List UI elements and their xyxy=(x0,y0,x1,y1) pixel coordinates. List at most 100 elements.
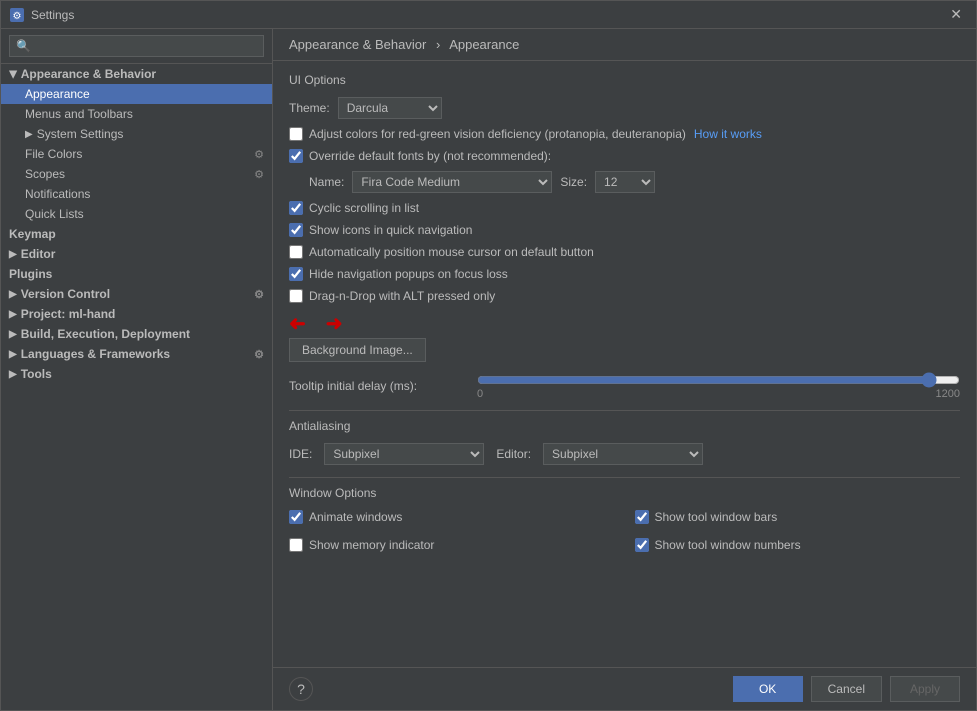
sidebar-item-label: Tools xyxy=(21,367,52,381)
override-fonts-text: Override default fonts by (not recommend… xyxy=(309,149,551,163)
show-tool-window-numbers-text: Show tool window numbers xyxy=(655,538,801,552)
theme-select[interactable]: Darcula IntelliJ High Contrast xyxy=(338,97,442,119)
show-icons-label[interactable]: Show icons in quick navigation xyxy=(289,223,472,237)
hide-navigation-label[interactable]: Hide navigation popups on focus loss xyxy=(289,267,508,281)
sidebar-item-system-settings[interactable]: ▶ System Settings xyxy=(1,124,272,144)
animate-windows-row: Animate windows xyxy=(289,510,615,524)
show-tool-window-bars-row: Show tool window bars xyxy=(635,510,961,524)
chevron-icon: ▶ xyxy=(9,369,17,380)
sidebar-item-tools[interactable]: ▶ Tools xyxy=(1,364,272,384)
show-icons-text: Show icons in quick navigation xyxy=(309,223,472,237)
show-tool-window-bars-checkbox[interactable] xyxy=(635,510,649,524)
ide-label: IDE: xyxy=(289,447,312,461)
sidebar-item-label: Plugins xyxy=(9,267,52,281)
left-arrow-icon: ➜ xyxy=(289,311,306,336)
tooltip-slider[interactable] xyxy=(477,372,960,388)
auto-position-checkbox[interactable] xyxy=(289,245,303,259)
title-text: Settings xyxy=(31,8,74,22)
show-tool-window-numbers-label[interactable]: Show tool window numbers xyxy=(635,538,801,552)
override-fonts-row: Override default fonts by (not recommend… xyxy=(289,149,960,163)
drag-drop-label[interactable]: Drag-n-Drop with ALT pressed only xyxy=(289,289,495,303)
sidebar-item-label: Editor xyxy=(21,247,56,261)
sidebar-item-languages-frameworks[interactable]: ▶ Languages & Frameworks ⚙ xyxy=(1,344,272,364)
sidebar-item-label: Build, Execution, Deployment xyxy=(21,327,190,341)
sidebar-item-project-ml-hand[interactable]: ▶ Project: ml-hand xyxy=(1,304,272,324)
sidebar-item-appearance-behavior[interactable]: ▶ Appearance & Behavior xyxy=(1,64,272,84)
section-window-options: Window Options xyxy=(289,486,960,500)
section-antialiasing: Antialiasing xyxy=(289,419,960,433)
show-icons-row: Show icons in quick navigation xyxy=(289,223,960,237)
theme-label: Theme: xyxy=(289,101,330,115)
sidebar-item-label: Version Control xyxy=(21,287,110,301)
animate-windows-label[interactable]: Animate windows xyxy=(289,510,402,524)
sidebar-item-appearance[interactable]: Appearance xyxy=(1,84,272,104)
chevron-icon: ▶ xyxy=(9,249,17,260)
background-image-area: ➜ ➜ Background Image... xyxy=(289,311,960,362)
sidebar-item-plugins[interactable]: Plugins xyxy=(1,264,272,284)
show-memory-checkbox[interactable] xyxy=(289,538,303,552)
sidebar-item-label: Project: ml-hand xyxy=(21,307,116,321)
cancel-button[interactable]: Cancel xyxy=(811,676,882,702)
show-icons-checkbox[interactable] xyxy=(289,223,303,237)
sidebar-item-quick-lists[interactable]: Quick Lists xyxy=(1,204,272,224)
editor-antialiasing-select[interactable]: Subpixel Greyscale None xyxy=(543,443,703,465)
adjust-colors-label[interactable]: Adjust colors for red-green vision defic… xyxy=(289,127,686,141)
background-image-button[interactable]: Background Image... xyxy=(289,338,426,362)
auto-position-label[interactable]: Automatically position mouse cursor on d… xyxy=(289,245,594,259)
sidebar-item-label: File Colors xyxy=(25,147,82,161)
settings-icon: ⚙ xyxy=(9,7,25,23)
editor-label: Editor: xyxy=(496,447,531,461)
hide-navigation-checkbox[interactable] xyxy=(289,267,303,281)
size-select[interactable]: 12 10 11 13 14 xyxy=(595,171,655,193)
show-tool-window-bars-label[interactable]: Show tool window bars xyxy=(635,510,778,524)
action-buttons: OK Cancel Apply xyxy=(733,676,960,702)
sidebar-item-file-colors[interactable]: File Colors ⚙ xyxy=(1,144,272,164)
auto-position-text: Automatically position mouse cursor on d… xyxy=(309,245,594,259)
search-input[interactable] xyxy=(9,35,264,57)
ok-button[interactable]: OK xyxy=(733,676,803,702)
animate-windows-checkbox[interactable] xyxy=(289,510,303,524)
sidebar-item-scopes[interactable]: Scopes ⚙ xyxy=(1,164,272,184)
adjust-colors-checkbox[interactable] xyxy=(289,127,303,141)
ide-antialiasing-select[interactable]: Subpixel Greyscale None xyxy=(324,443,484,465)
show-memory-row: Show memory indicator xyxy=(289,538,615,552)
breadcrumb-separator: › xyxy=(436,37,440,52)
hide-navigation-text: Hide navigation popups on focus loss xyxy=(309,267,508,281)
how-it-works-link[interactable]: How it works xyxy=(694,127,762,141)
cyclic-scrolling-label[interactable]: Cyclic scrolling in list xyxy=(289,201,419,215)
bottom-bar: ? OK Cancel Apply xyxy=(273,667,976,710)
show-tool-window-numbers-checkbox[interactable] xyxy=(635,538,649,552)
apply-button[interactable]: Apply xyxy=(890,676,960,702)
sidebar-item-label: Languages & Frameworks xyxy=(21,347,170,361)
chevron-icon: ▶ xyxy=(9,289,17,300)
font-select[interactable]: Fira Code Medium Arial Consolas xyxy=(352,171,552,193)
animate-windows-text: Animate windows xyxy=(309,510,402,524)
help-button[interactable]: ? xyxy=(289,677,313,701)
slider-min: 0 xyxy=(477,388,483,400)
sidebar-item-version-control[interactable]: ▶ Version Control ⚙ xyxy=(1,284,272,304)
override-fonts-label[interactable]: Override default fonts by (not recommend… xyxy=(289,149,551,163)
close-button[interactable]: ✕ xyxy=(944,4,968,25)
arrow-decoration: ➜ ➜ xyxy=(289,311,960,336)
cyclic-scrolling-checkbox[interactable] xyxy=(289,201,303,215)
sidebar-item-editor[interactable]: ▶ Editor xyxy=(1,244,272,264)
tooltip-slider-row: Tooltip initial delay (ms): 0 1200 xyxy=(289,372,960,400)
right-arrow-icon: ➜ xyxy=(326,311,343,336)
sidebar-item-keymap[interactable]: Keymap xyxy=(1,224,272,244)
adjust-colors-text: Adjust colors for red-green vision defic… xyxy=(309,127,686,141)
content-area: UI Options Theme: Darcula IntelliJ High … xyxy=(273,61,976,667)
sidebar-item-label: System Settings xyxy=(37,127,124,141)
chevron-icon: ▶ xyxy=(9,349,17,360)
sidebar-item-menus-toolbars[interactable]: Menus and Toolbars xyxy=(1,104,272,124)
override-fonts-checkbox[interactable] xyxy=(289,149,303,163)
drag-drop-checkbox[interactable] xyxy=(289,289,303,303)
section-ui-options: UI Options xyxy=(289,73,960,87)
sidebar-item-notifications[interactable]: Notifications xyxy=(1,184,272,204)
window-options-grid: Animate windows Show tool window bars xyxy=(289,510,960,560)
right-panel: Appearance & Behavior › Appearance UI Op… xyxy=(273,29,976,710)
divider xyxy=(289,410,960,411)
chevron-icon: ▶ xyxy=(25,129,33,140)
show-memory-text: Show memory indicator xyxy=(309,538,434,552)
show-memory-label[interactable]: Show memory indicator xyxy=(289,538,434,552)
sidebar-item-build-execution[interactable]: ▶ Build, Execution, Deployment xyxy=(1,324,272,344)
